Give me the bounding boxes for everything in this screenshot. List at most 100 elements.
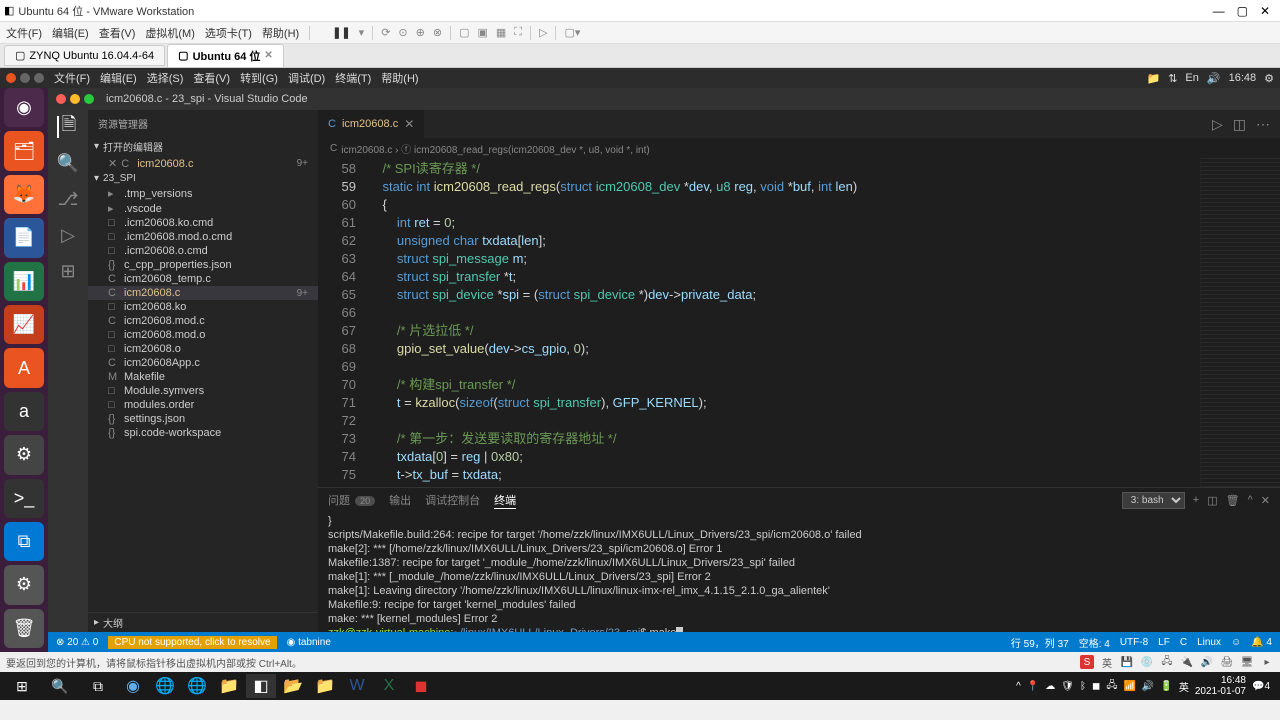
outline-header[interactable]: ▸ 大纲 [88,612,318,632]
volume-icon[interactable]: 🔊 [1207,72,1221,85]
impress-icon[interactable]: 📈 [4,305,44,344]
extensions-icon[interactable]: ⊞ [57,260,79,282]
vsc-max-icon[interactable] [84,94,94,104]
app-explorer-icon[interactable]: 📂 [278,674,308,698]
lang-icon[interactable]: En [1185,72,1198,84]
status-eol[interactable]: LF [1158,637,1170,648]
split-terminal-icon[interactable]: ◫ [1207,494,1217,507]
dash-icon[interactable]: ◉ [4,88,44,127]
umenu-file[interactable]: 文件(F) [54,70,90,86]
file-item[interactable]: Cicm20608.mod.c [88,314,318,328]
minimap[interactable] [1200,158,1280,487]
status-cpu-warn[interactable]: CPU not supported, click to resolve [108,636,276,649]
panel-tab-terminal[interactable]: 终端 [494,492,516,509]
split-icon[interactable]: ◫ [1233,116,1246,133]
status-lang[interactable]: C [1180,637,1187,648]
terminal-output[interactable]: }scripts/Makefile.build:264: recipe for … [318,512,1280,632]
amazon-icon[interactable]: a [4,392,44,431]
device-hdd-icon[interactable]: 💾 [1120,655,1134,669]
file-item[interactable]: Cicm20608_temp.c [88,272,318,286]
menu-tabs[interactable]: 选项卡(T) [205,25,252,41]
status-pos[interactable]: 行 59，列 37 [1011,635,1069,650]
app-other-icon[interactable]: ◼ [406,674,436,698]
pause-icon[interactable]: ❚❚ [332,26,350,39]
layout-2-icon[interactable]: ▣ [477,26,487,39]
snapshot-3-icon[interactable]: ⊕ [416,26,425,39]
search-icon[interactable]: 🔍 [42,674,78,698]
umenu-select[interactable]: 选择(S) [147,70,184,86]
menu-view[interactable]: 查看(V) [99,25,136,41]
project-header[interactable]: ▾ 23_SPI [88,171,318,186]
close-file-icon[interactable]: ✕ [108,157,117,170]
snapshot-4-icon[interactable]: ⊗ [433,26,442,39]
app-folder2-icon[interactable]: 📁 [310,674,340,698]
tray-battery-icon[interactable]: 🔋 [1160,681,1172,692]
device-sound-icon[interactable]: 🔊 [1200,655,1214,669]
more-icon[interactable]: ⋯ [1256,116,1270,133]
status-spaces[interactable]: 空格: 4 [1079,635,1110,650]
tray-onedrive-icon[interactable]: ☁ [1045,681,1055,692]
layout-1-icon[interactable]: ▢ [459,26,469,39]
app-folder-icon[interactable]: 📁 [214,674,244,698]
run-icon[interactable]: ▷ [1212,116,1223,133]
status-encoding[interactable]: UTF-8 [1120,637,1148,648]
window-close-icon[interactable] [6,73,16,83]
start-icon[interactable]: ⊞ [4,674,40,698]
tray-clock[interactable]: 16:48 2021-01-07 [1195,675,1246,697]
file-item[interactable]: □.icm20608.mod.o.cmd [88,230,318,244]
taskview-icon[interactable]: ⧉ [80,674,116,698]
tab-close-icon[interactable]: ✕ [404,117,414,131]
status-os[interactable]: Linux [1197,637,1221,648]
app-chrome2-icon[interactable]: 🌐 [182,674,212,698]
panel-tab-debug[interactable]: 调试控制台 [425,492,480,508]
status-bell[interactable]: 🔔 4 [1251,637,1272,648]
window-max-icon[interactable] [34,73,44,83]
settings-2-icon[interactable]: ⚙ [4,565,44,604]
layout-3-icon[interactable]: ▦ [496,26,506,39]
tray-location-icon[interactable]: 📍 [1027,681,1039,692]
chevron-up-icon[interactable]: ^ [1248,494,1253,506]
open-editor-item[interactable]: ✕ C icm20608.c 9+ [88,156,318,171]
vscode-icon[interactable]: ⧉ [4,522,44,561]
file-item[interactable]: Cicm20608.c9+ [88,286,318,300]
new-terminal-icon[interactable]: + [1193,494,1199,506]
tray-wifi-icon[interactable]: 📶 [1123,681,1135,692]
network-icon[interactable]: ⇅ [1168,72,1177,85]
unity-icon[interactable]: ▷ [539,26,547,39]
ime-icon[interactable]: S [1080,655,1094,669]
files-icon[interactable]: 🗂 [4,131,44,170]
device-net-icon[interactable]: 🖧 [1160,655,1174,669]
umenu-debug[interactable]: 调试(D) [288,70,325,86]
file-item[interactable]: Cicm20608App.c [88,356,318,370]
vmware-tab-ubuntu[interactable]: ▢ Ubuntu 64 位 ✕ [167,44,284,68]
status-errors[interactable]: ⊗ 20 ⚠ 0 [56,637,98,648]
scm-icon[interactable]: ⎇ [57,188,79,210]
snapshot-2-icon[interactable]: ⊙ [398,26,407,39]
tray-ime[interactable]: 英 [1100,655,1114,669]
settings-icon[interactable]: ⚙ [4,435,44,474]
trash-icon[interactable]: 🗑 [1226,494,1240,507]
tray-bt-icon[interactable]: ᛒ [1080,681,1086,692]
debug-icon[interactable]: ▷ [57,224,79,246]
app-chrome-icon[interactable]: 🌐 [150,674,180,698]
file-item[interactable]: {}c_cpp_properties.json [88,258,318,272]
status-tabnine[interactable]: ◉ tabnine [287,637,331,648]
vsc-min-icon[interactable] [70,94,80,104]
writer-icon[interactable]: 📄 [4,218,44,257]
terminal-icon[interactable]: >_ [4,479,44,518]
clock[interactable]: 16:48 [1229,72,1257,84]
tray-net-icon[interactable]: 🖧 [1106,678,1117,695]
device-usb-icon[interactable]: 🔌 [1180,655,1194,669]
firefox-icon[interactable]: 🦊 [4,175,44,214]
tab-close-icon[interactable]: ✕ [264,50,272,61]
open-editors-header[interactable]: ▾ 打开的编辑器 [88,137,318,156]
menu-edit[interactable]: 编辑(E) [52,25,89,41]
software-icon[interactable]: A [4,348,44,387]
tray-security-icon[interactable]: 🛡 [1061,681,1074,692]
file-item[interactable]: □icm20608.mod.o [88,328,318,342]
device-cd-icon[interactable]: 💿 [1140,655,1154,669]
file-item[interactable]: □modules.order [88,398,318,412]
minimize-icon[interactable]: — [1213,4,1225,18]
file-item[interactable]: □icm20608.ko [88,300,318,314]
tray-app-icon[interactable]: ◼ [1092,681,1100,692]
